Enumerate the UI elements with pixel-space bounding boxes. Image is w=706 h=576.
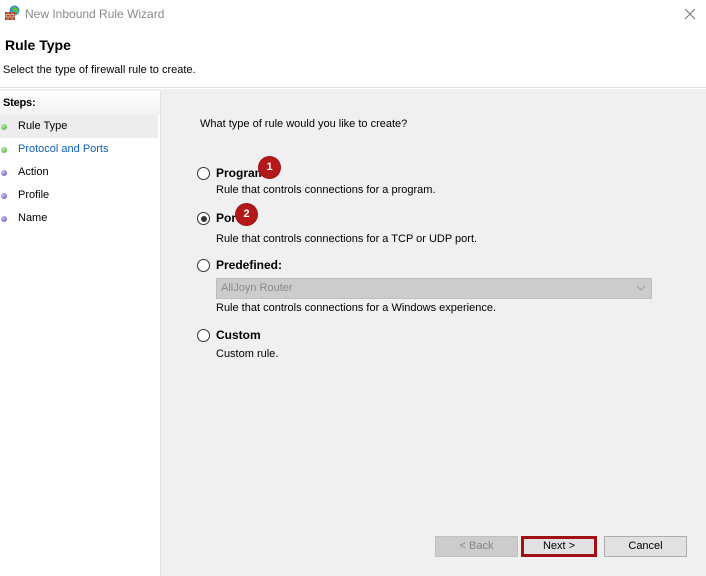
custom-description: Custom rule. xyxy=(216,348,279,360)
steps-panel: Steps: Rule Type Protocol and Ports Acti… xyxy=(0,91,161,576)
step-rule-type[interactable]: Rule Type xyxy=(0,115,158,138)
step-pending-icon xyxy=(1,193,7,199)
predefined-description: Rule that controls connections for a Win… xyxy=(216,302,497,314)
step-profile[interactable]: Profile xyxy=(0,184,160,207)
predefined-radio[interactable] xyxy=(197,259,210,272)
custom-radio[interactable] xyxy=(197,329,210,342)
title-bar: New Inbound Rule Wizard xyxy=(0,0,706,28)
cancel-button[interactable]: Cancel xyxy=(604,536,687,557)
firewall-globe-icon xyxy=(5,5,20,20)
rule-type-question: What type of rule would you like to crea… xyxy=(200,118,408,130)
step-pending-icon xyxy=(1,216,7,222)
program-description: Rule that controls connections for a pro… xyxy=(216,184,436,196)
step-protocol-and-ports[interactable]: Protocol and Ports xyxy=(0,138,160,161)
program-radio[interactable] xyxy=(197,167,210,180)
step-label: Protocol and Ports xyxy=(18,143,109,155)
step-badge-1: 1 xyxy=(259,157,280,178)
step-label: Action xyxy=(18,166,49,178)
step-badge-2: 2 xyxy=(236,204,257,225)
program-label[interactable]: Program xyxy=(216,166,265,180)
step-label: Name xyxy=(18,212,48,224)
step-pending-icon xyxy=(1,170,7,176)
step-complete-icon xyxy=(1,147,7,153)
step-action[interactable]: Action xyxy=(0,161,160,184)
page-title: Rule Type xyxy=(5,37,71,53)
back-button[interactable]: < Back xyxy=(435,536,518,557)
wizard-header: Rule Type Select the type of firewall ru… xyxy=(0,28,706,88)
page-subtitle: Select the type of firewall rule to crea… xyxy=(3,64,196,76)
next-button[interactable]: Next > xyxy=(521,536,597,557)
step-label: Rule Type xyxy=(18,120,68,132)
predefined-label[interactable]: Predefined: xyxy=(216,258,282,272)
custom-label[interactable]: Custom xyxy=(216,328,261,342)
predefined-dropdown-value: AllJoyn Router xyxy=(221,282,293,294)
step-complete-icon xyxy=(1,124,7,130)
port-description: Rule that controls connections for a TCP… xyxy=(216,233,478,245)
wizard-body: Steps: Rule Type Protocol and Ports Acti… xyxy=(0,89,706,576)
content-panel: What type of rule would you like to crea… xyxy=(165,89,706,576)
predefined-dropdown[interactable]: AllJoyn Router xyxy=(216,278,652,299)
step-name[interactable]: Name xyxy=(0,207,160,230)
step-label: Profile xyxy=(18,189,50,201)
close-icon[interactable] xyxy=(680,4,700,24)
chevron-down-icon xyxy=(636,285,646,291)
window-title: New Inbound Rule Wizard xyxy=(25,7,165,21)
steps-heading: Steps: xyxy=(0,91,160,115)
port-radio[interactable] xyxy=(197,212,210,225)
